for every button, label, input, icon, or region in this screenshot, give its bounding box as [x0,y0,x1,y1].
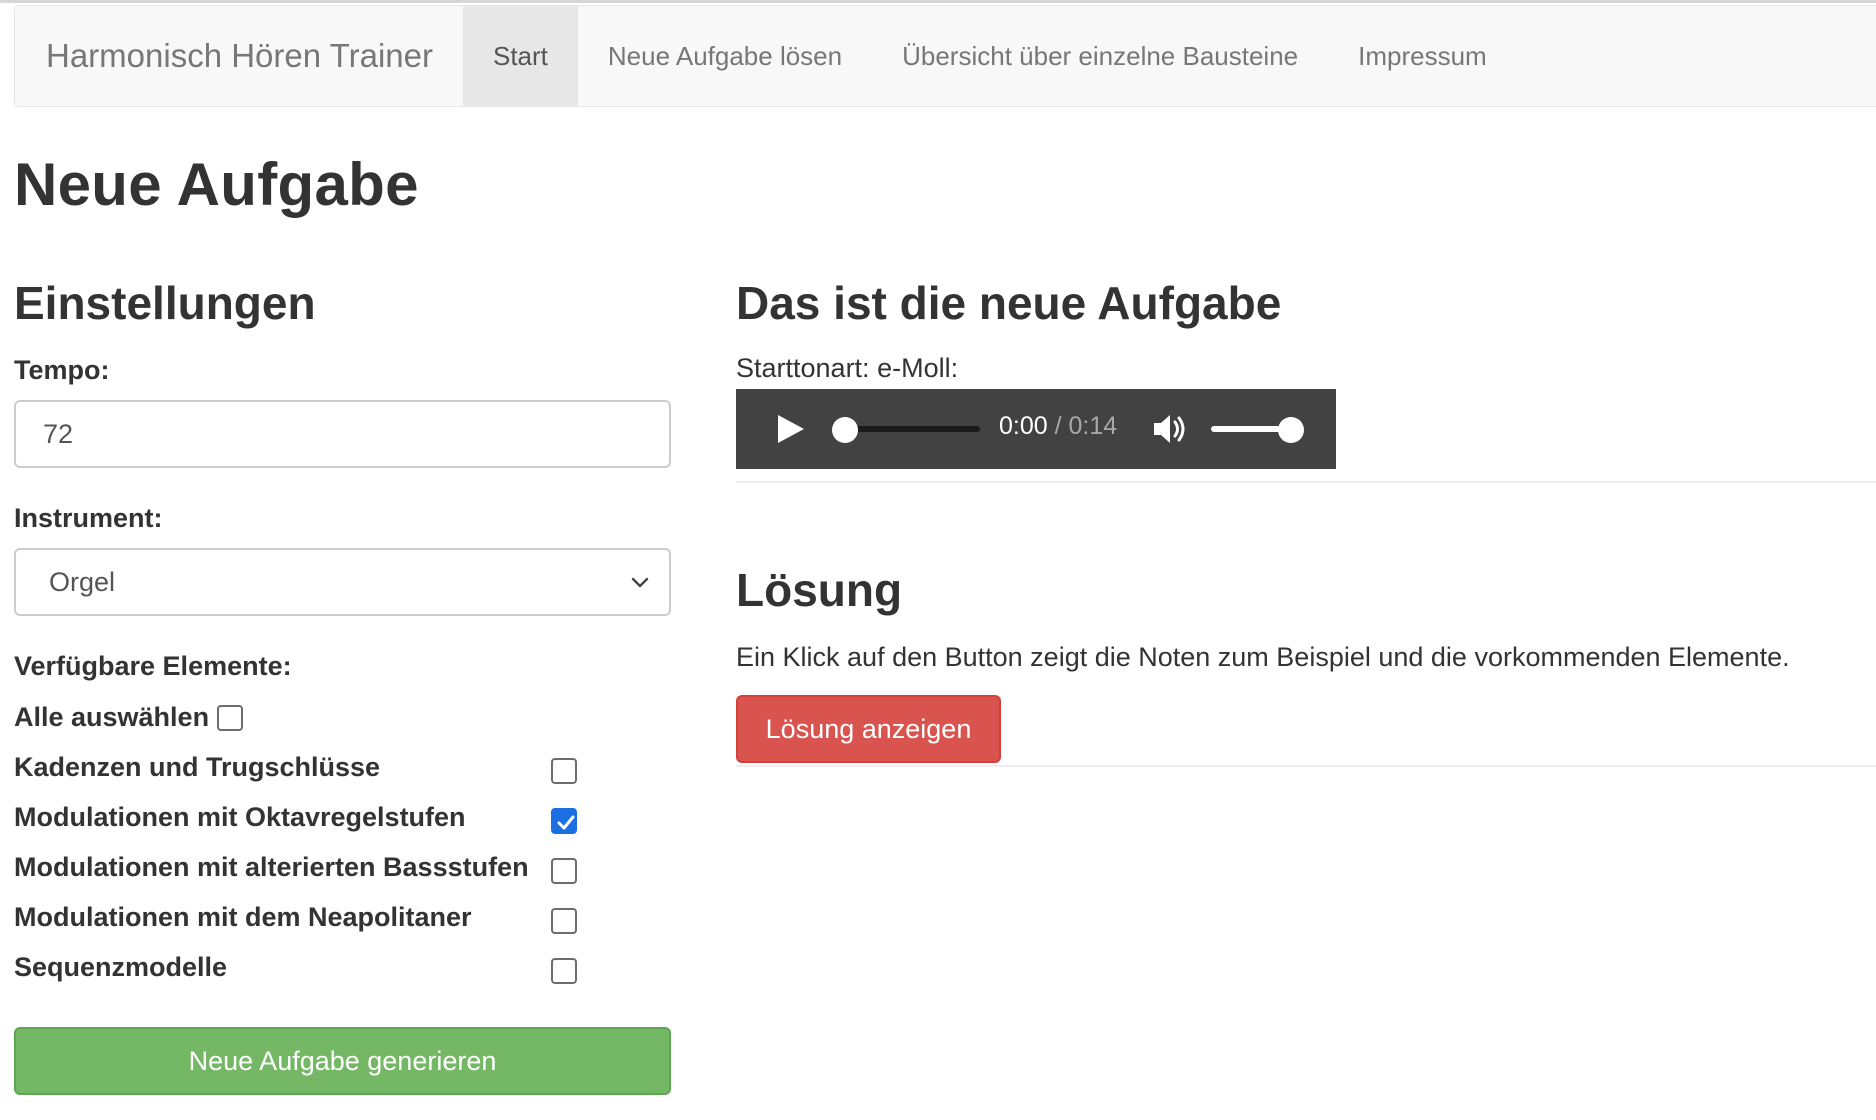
section-divider [736,481,1876,483]
elements-label: Verfügbare Elemente: [14,651,292,681]
element-checkbox-oktavregel[interactable] [551,808,577,834]
instrument-select[interactable]: Orgel [14,548,671,616]
element-row-sequenzmodelle: Sequenzmodelle [14,952,674,992]
select-all-row: Alle auswählen [14,702,244,733]
volume-thumb[interactable] [1278,417,1304,443]
element-checkbox-sequenzmodelle[interactable] [551,958,577,984]
navbar: Harmonisch Hören Trainer Start Neue Aufg… [14,5,1876,107]
select-all-checkbox[interactable] [217,704,244,731]
volume-icon[interactable] [1150,409,1190,449]
element-checkbox-neapolitaner[interactable] [551,908,577,934]
element-label: Sequenzmodelle [14,952,228,982]
page-title: Neue Aufgabe [14,151,419,218]
solution-description: Ein Klick auf den Button zeigt die Noten… [736,642,1790,672]
nav-item-start[interactable]: Start [462,6,578,106]
show-solution-button[interactable]: Lösung anzeigen [736,695,1001,763]
nav-item-overview[interactable]: Übersicht über einzelne Bausteine [872,6,1328,106]
current-time: 0:00 [999,412,1048,440]
duration: 0:14 [1068,412,1118,440]
generate-task-button[interactable]: Neue Aufgabe generieren [14,1027,671,1095]
nav-item-imprint[interactable]: Impressum [1328,6,1517,106]
tempo-value: 72 [43,418,74,449]
chevron-down-icon [631,577,649,588]
element-checkbox-alterierte[interactable] [551,858,577,884]
settings-panel: Einstellungen Tempo: 72 Instrument: Orge… [14,270,674,1120]
solution-heading: Lösung [736,564,903,616]
select-all-label: Alle auswählen [14,702,210,732]
time-separator: / [1047,412,1069,440]
element-label: Modulationen mit dem Neapolitaner [14,902,472,932]
instrument-label: Instrument: [14,503,163,533]
audio-progress-thumb[interactable] [832,417,858,443]
element-checkbox-kadenzen[interactable] [551,758,577,784]
task-heading: Das ist die neue Aufgabe [736,277,1282,329]
brand-link[interactable]: Harmonisch Hören Trainer [15,6,463,106]
element-row-neapolitaner: Modulationen mit dem Neapolitaner [14,902,674,942]
nav-item-new-task[interactable]: Neue Aufgabe lösen [578,6,872,106]
top-border [0,0,1876,3]
element-label: Modulationen mit Oktavregelstufen [14,802,466,832]
play-icon[interactable] [770,409,810,449]
element-row-alterierte: Modulationen mit alterierten Bassstufen [14,852,674,892]
tempo-input[interactable]: 72 [14,400,671,468]
audio-player: 0:00 / 0:14 [736,389,1336,469]
audio-time: 0:00 / 0:14 [999,412,1117,441]
element-label: Kadenzen und Trugschlüsse [14,752,381,782]
section-divider [736,765,1876,767]
start-key-label: Starttonart: e-Moll: [736,353,959,383]
checkmark-icon [557,815,575,830]
instrument-value: Orgel [49,566,116,597]
element-label: Modulationen mit alterierten Bassstufen [14,852,529,882]
task-panel: Das ist die neue Aufgabe Starttonart: e-… [736,270,1876,790]
tempo-label: Tempo: [14,355,110,385]
element-row-oktavregel: Modulationen mit Oktavregelstufen [14,802,674,842]
settings-heading: Einstellungen [14,277,316,329]
element-row-kadenzen: Kadenzen und Trugschlüsse [14,752,674,792]
